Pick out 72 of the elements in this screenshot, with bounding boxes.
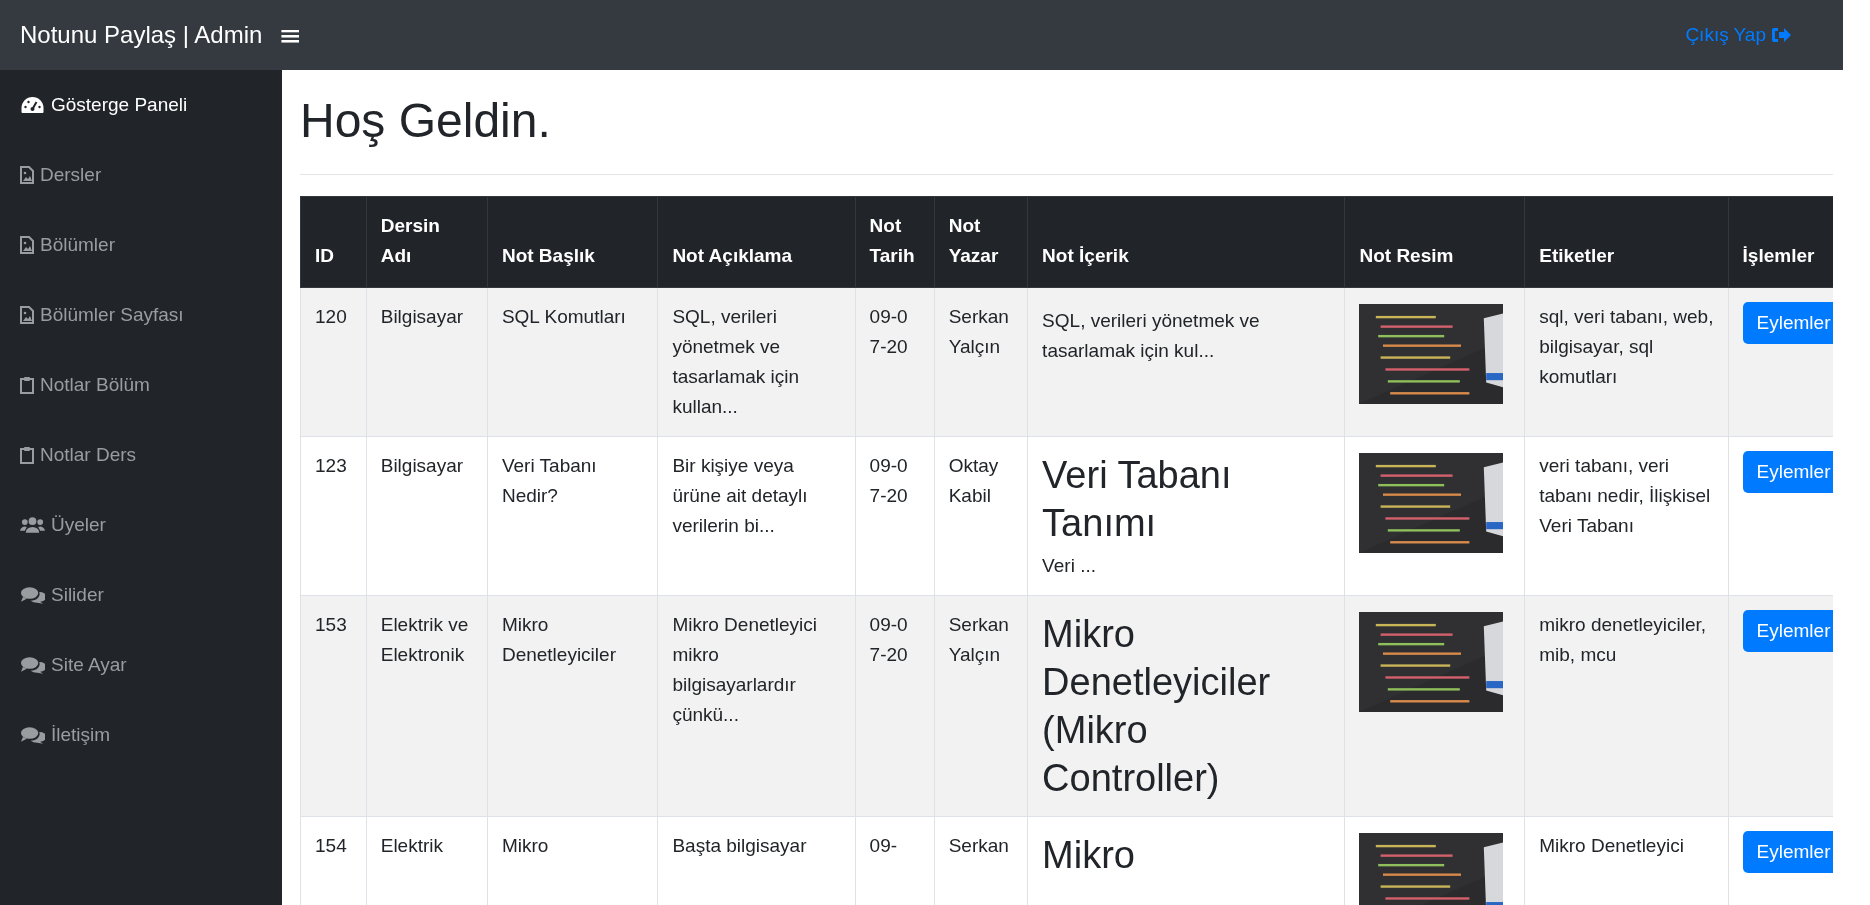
table-cell: mikro denetleyiciler, mib, mcu bbox=[1524, 595, 1729, 817]
column-header: İşlemler bbox=[1728, 196, 1833, 288]
table-cell: Mikro bbox=[487, 816, 658, 905]
file-image-icon bbox=[20, 166, 34, 184]
column-header: Not Açıklama bbox=[657, 196, 856, 288]
table-cell: 09- bbox=[855, 816, 935, 905]
comments-icon bbox=[20, 726, 45, 744]
sidebar-item[interactable]: Site Ayar bbox=[0, 647, 127, 683]
file-image-icon bbox=[20, 306, 34, 324]
column-header: Not Yazar bbox=[934, 196, 1028, 288]
table-cell: Elektrik ve Elektronik bbox=[366, 595, 488, 817]
column-header: Not Başlık bbox=[487, 196, 658, 288]
logout-link[interactable]: Çıkış Yap bbox=[1685, 24, 1791, 46]
table-cell: veri tabanı, veri tabanı nedir, İlişkisel Veri Tabanı bbox=[1524, 436, 1729, 596]
comments-icon bbox=[20, 586, 45, 604]
table-cell: Serkan Yalçın bbox=[934, 595, 1028, 817]
table-cell: Mikro Denetleyici bbox=[1524, 816, 1729, 905]
actions-dropdown-button[interactable]: Eylemler bbox=[1742, 450, 1833, 493]
table-cell: 120 bbox=[300, 287, 367, 437]
sidebar-item[interactable]: Üyeler bbox=[0, 507, 106, 543]
column-header: Not Tarih bbox=[855, 196, 935, 288]
gauge-icon bbox=[20, 96, 45, 114]
table-cell: sql, veri tabanı, web, bilgisayar, sql komutları bbox=[1524, 287, 1729, 437]
sidebar-item[interactable]: Silider bbox=[0, 577, 104, 613]
comments-icon bbox=[20, 656, 45, 674]
table-cell: 09-07-20 bbox=[855, 287, 935, 437]
actions-dropdown-button[interactable]: Eylemler bbox=[1742, 830, 1833, 873]
table-cell: Serkan bbox=[934, 816, 1028, 905]
sidebar-item[interactable]: Gösterge Paneli bbox=[0, 87, 188, 123]
table-cell: Mikro Denetleyici mikro bilgisayarlardır çünkü... bbox=[657, 595, 856, 817]
table-cell: Bilgisayar bbox=[366, 436, 488, 596]
table-cell: Bilgisayar bbox=[366, 287, 488, 437]
page-title: Hoş Geldin. bbox=[300, 93, 552, 149]
sidebar-item[interactable]: Bölümler Sayfası bbox=[0, 297, 184, 333]
table-cell: Başta bilgisayar bbox=[657, 816, 856, 905]
sidebar-item[interactable]: Bölümler bbox=[0, 227, 115, 263]
table-cell: Serkan Yalçın bbox=[934, 287, 1028, 437]
content-text: SQL, verileri yönetmek ve tasarlamak için kul... bbox=[1042, 308, 1261, 363]
content-heading: Mikro Denetleyiciler (Mikro Controller) bbox=[1042, 611, 1272, 801]
table-cell: SQL Komutları bbox=[487, 287, 658, 437]
sidebar-item[interactable]: İletişim bbox=[0, 717, 111, 753]
table-cell: SQL, verileri yönetmek ve tasarlamak için kullan... bbox=[657, 287, 856, 437]
column-header: Not Resim bbox=[1344, 196, 1525, 288]
table-cell: Oktay Kabil bbox=[934, 436, 1028, 596]
menu-toggle-button[interactable]: ≡ bbox=[274, 18, 306, 52]
clipboard-icon bbox=[20, 376, 34, 394]
column-header: Not İçerik bbox=[1027, 196, 1345, 288]
sidebar-item[interactable]: Notlar Bölüm bbox=[0, 367, 150, 403]
column-header: ID bbox=[300, 196, 367, 288]
column-header: Dersin Adı bbox=[366, 196, 488, 288]
table-cell: 153 bbox=[300, 595, 367, 817]
sidebar-item[interactable]: Notlar Ders bbox=[0, 437, 137, 473]
column-header: Etiketler bbox=[1524, 196, 1729, 288]
brand-title[interactable]: Notunu Paylaş | Admin bbox=[20, 21, 263, 49]
file-image-icon bbox=[20, 236, 34, 254]
actions-dropdown-button[interactable]: Eylemler bbox=[1742, 609, 1833, 652]
content-heading: Mikro bbox=[1042, 832, 1136, 878]
actions-dropdown-button[interactable]: Eylemler bbox=[1742, 301, 1833, 344]
content-text: Veri ... bbox=[1042, 553, 1097, 578]
clipboard-icon bbox=[20, 446, 34, 464]
sign-out-icon bbox=[1771, 27, 1791, 43]
table-cell: Bir kişiye veya ürüne ait detaylı verilerin bi... bbox=[657, 436, 856, 596]
table-cell: Veri Tabanı Nedir? bbox=[487, 436, 658, 596]
table-cell: 09-07-20 bbox=[855, 436, 935, 596]
table-cell: 09-07-20 bbox=[855, 595, 935, 817]
table-cell: Mikro Denetleyiciler bbox=[487, 595, 658, 817]
table-cell: 154 bbox=[300, 816, 367, 905]
content-heading: Veri Tabanı Tanımı bbox=[1042, 452, 1233, 546]
table-cell: 123 bbox=[300, 436, 367, 596]
sidebar-item[interactable]: Dersler bbox=[0, 157, 102, 193]
users-icon bbox=[20, 516, 45, 534]
table-cell: Elektrik bbox=[366, 816, 488, 905]
